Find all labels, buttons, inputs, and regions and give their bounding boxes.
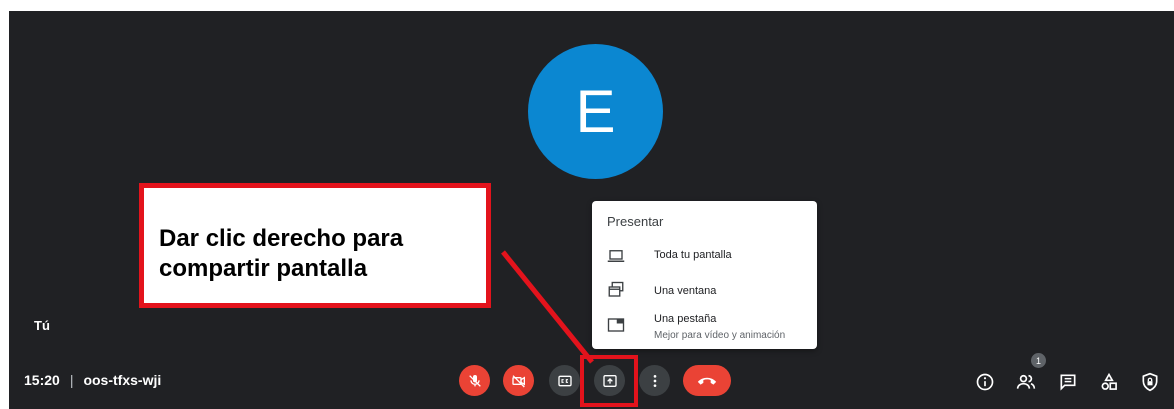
- present-menu: Presentar Toda tu pantalla Una ventana U…: [592, 201, 817, 349]
- self-tile-label: Tú: [34, 318, 50, 333]
- shield-lock-icon: [1142, 372, 1158, 392]
- present-menu-title: Presentar: [607, 214, 664, 229]
- meeting-details-button[interactable]: [973, 370, 997, 394]
- present-window-label: Una ventana: [654, 285, 717, 297]
- present-screen-button[interactable]: [594, 365, 625, 396]
- closed-captions-icon: [557, 375, 572, 386]
- hang-up-icon: [697, 377, 717, 385]
- present-entire-screen-item[interactable]: Toda tu pantalla: [592, 241, 817, 273]
- present-screen-icon: [602, 374, 617, 387]
- mic-off-icon: [468, 374, 481, 387]
- people-icon: [1016, 374, 1036, 389]
- camera-off-icon: [511, 374, 525, 387]
- tab-icon: [607, 318, 625, 332]
- camera-toggle-button[interactable]: [503, 365, 534, 396]
- chat-icon: [1060, 374, 1076, 391]
- present-entire-screen-label: Toda tu pantalla: [654, 249, 732, 261]
- mic-toggle-button[interactable]: [459, 365, 490, 396]
- present-tab-sublabel: Mejor para vídeo y animación: [654, 330, 786, 341]
- captions-button[interactable]: [549, 365, 580, 396]
- annotation-callout: Dar clic derecho para compartir pantalla: [139, 183, 491, 308]
- people-button[interactable]: [1014, 370, 1038, 394]
- meeting-time: 15:20: [24, 372, 60, 388]
- activities-button[interactable]: [1097, 370, 1121, 394]
- meeting-code: oos-tfxs-wji: [83, 372, 162, 388]
- people-count-badge: 1: [1031, 353, 1046, 368]
- more-vert-icon: [653, 374, 656, 387]
- activities-icon: [1101, 372, 1117, 390]
- present-tab-item[interactable]: Una pestaña Mejor para vídeo y animación: [592, 309, 817, 349]
- laptop-icon: [607, 250, 625, 262]
- annotation-text: Dar clic derecho para compartir pantalla: [159, 225, 404, 282]
- more-options-button[interactable]: [639, 365, 670, 396]
- info-icon: [976, 373, 994, 391]
- present-tab-label: Una pestaña: [654, 313, 717, 325]
- avatar-initial: E: [575, 78, 616, 145]
- present-window-item[interactable]: Una ventana: [592, 277, 817, 309]
- hang-up-button[interactable]: [683, 365, 731, 396]
- participant-avatar: E: [528, 44, 663, 179]
- window-icon: [608, 281, 624, 297]
- meeting-details: 15:20 | oos-tfxs-wji: [24, 372, 161, 388]
- meeting-separator: |: [69, 372, 74, 388]
- host-controls-button[interactable]: [1138, 370, 1162, 394]
- chat-button[interactable]: [1056, 370, 1080, 394]
